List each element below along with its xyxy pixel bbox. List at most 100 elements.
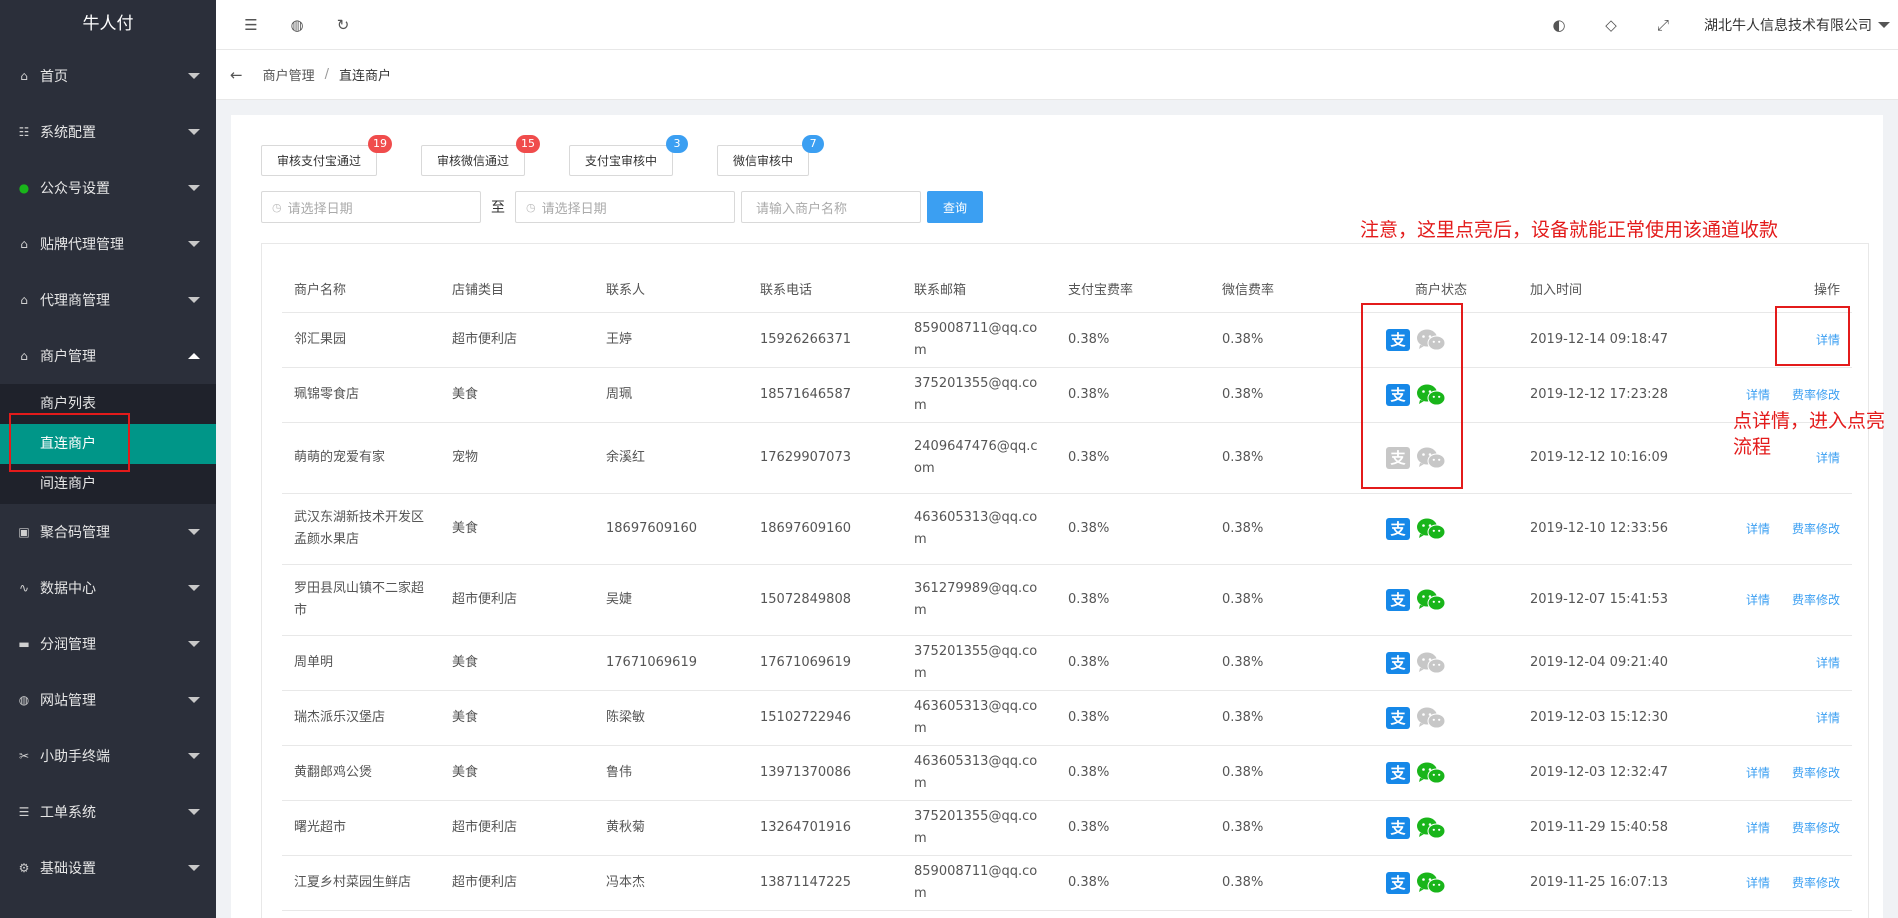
email-cell: 859008711@qq.com	[902, 312, 1056, 368]
monitor-icon: ▬	[18, 637, 30, 651]
sidebar-item-0[interactable]: ⌂ 首页	[0, 48, 216, 104]
sidebar-item-label: 基础设置	[40, 861, 96, 877]
start-date-input[interactable]: ◷ 请选择日期	[261, 191, 481, 223]
alipay-rate-cell: 0.38%	[1056, 493, 1210, 565]
wechat-pay-icon[interactable]	[1416, 651, 1446, 675]
category-cell: 美食	[440, 635, 594, 691]
sidebar-item-2[interactable]: ● 公众号设置	[0, 160, 216, 216]
wechat-pay-icon[interactable]	[1416, 871, 1446, 895]
phone-cell: 17629907073	[748, 422, 902, 494]
rate-edit-link[interactable]: 费率修改	[1792, 388, 1840, 402]
end-date-input[interactable]: ◷ 请选择日期	[515, 191, 735, 223]
back-arrow-icon[interactable]: ←	[230, 66, 243, 84]
alipay-rate-cell: 0.38%	[1056, 800, 1210, 856]
palette-icon[interactable]: ◐	[1548, 14, 1570, 36]
chevron-down-icon	[188, 129, 200, 135]
rate-edit-link[interactable]: 费率修改	[1792, 766, 1840, 780]
category-cell: 美食	[440, 690, 594, 746]
query-button[interactable]: 查询	[927, 191, 983, 223]
sidebar-item-1[interactable]: ∿ 数据中心	[0, 560, 216, 616]
sidebar-item-1[interactable]: ☷ 系统配置	[0, 104, 216, 160]
wechat-pay-icon[interactable]	[1416, 816, 1446, 840]
sidebar-item-0[interactable]: ▣ 聚合码管理	[0, 504, 216, 560]
alipay-icon[interactable]: 支	[1386, 871, 1410, 894]
globe-icon[interactable]: ◍	[286, 14, 308, 36]
alipay-rate-cell: 0.38%	[1056, 422, 1210, 494]
sidebar-item-5[interactable]: ☰ 工单系统	[0, 784, 216, 840]
merchant-name-cell: 邻汇果园	[282, 312, 440, 368]
search-bar: ◷ 请选择日期 至 ◷ 请选择日期 请输入商户名称 查询	[261, 191, 983, 223]
rate-edit-link[interactable]: 费率修改	[1792, 876, 1840, 890]
annotation-note-detail: 点详情，进入点亮流程	[1733, 410, 1886, 458]
join-time-cell: 2019-12-10 12:33:56	[1518, 493, 1672, 565]
detail-link[interactable]: 详情	[1746, 821, 1770, 835]
sidebar-item-6[interactable]: ⚙ 基础设置	[0, 840, 216, 896]
sidebar-item-2[interactable]: ▬ 分润管理	[0, 616, 216, 672]
alipay-rate-cell: 0.38%	[1056, 635, 1210, 691]
chevron-down-icon	[188, 297, 200, 303]
company-dropdown[interactable]: 湖北牛人信息技术有限公司	[1704, 15, 1890, 35]
sidebar-item-4[interactable]: ⌂ 代理商管理	[0, 272, 216, 328]
wechat-rate-cell: 0.38%	[1210, 367, 1364, 423]
sidebar-item-label: 系统配置	[40, 125, 96, 141]
alipay-icon[interactable]: 支	[1386, 761, 1410, 784]
rate-edit-link[interactable]: 费率修改	[1792, 522, 1840, 536]
chevron-down-icon	[188, 585, 200, 591]
fullscreen-icon[interactable]: ⤢	[1652, 14, 1674, 36]
merchant-name-cell: 萌萌的宠爱有家	[282, 422, 440, 494]
rate-edit-link[interactable]: 费率修改	[1792, 821, 1840, 835]
sidebar-item-5[interactable]: ⌂ 商户管理	[0, 328, 216, 384]
wechat-pay-icon[interactable]	[1416, 706, 1446, 730]
detail-link[interactable]: 详情	[1746, 388, 1770, 402]
detail-link[interactable]: 详情	[1816, 656, 1840, 670]
menu-fold-icon[interactable]: ☰	[240, 14, 262, 36]
phone-cell: 18571646587	[748, 367, 902, 423]
wechat-rate-cell: 0.38%	[1210, 564, 1364, 636]
app-logo: 牛人付	[0, 0, 216, 48]
annotation-note-status: 注意，这里点亮后，设备就能正常使用该通道收款	[1360, 219, 1779, 241]
sidebar-item-4[interactable]: ✂ 小助手终端	[0, 728, 216, 784]
column-header: 联系电话	[748, 266, 902, 313]
join-time-cell: 2019-12-04 09:21:40	[1518, 635, 1672, 691]
detail-link[interactable]: 详情	[1816, 711, 1840, 725]
category-cell: 超市便利店	[440, 855, 594, 911]
column-header: 商户名称	[282, 266, 440, 313]
alipay-icon[interactable]: 支	[1386, 588, 1410, 611]
table-row: 周单明 美食 17671069619 17671069619 375201355@qq.…	[282, 635, 1852, 691]
merchant-name-cell: 珮锦零食店	[282, 367, 440, 423]
rate-edit-link[interactable]: 费率修改	[1792, 593, 1840, 607]
sidebar-item-3[interactable]: ◍ 网站管理	[0, 672, 216, 728]
contact-cell: 17671069619	[594, 635, 748, 691]
join-time-cell: 2019-11-25 16:07:13	[1518, 855, 1672, 911]
breadcrumb-separator: /	[324, 67, 329, 82]
wechat-pay-icon[interactable]	[1416, 761, 1446, 785]
alipay-icon[interactable]: 支	[1386, 816, 1410, 839]
alipay-icon[interactable]: 支	[1386, 517, 1410, 540]
date-range-separator: 至	[491, 200, 505, 216]
wechat-rate-cell: 0.38%	[1210, 312, 1364, 368]
detail-link[interactable]: 详情	[1746, 593, 1770, 607]
filter-tab-1[interactable]: 审核微信通过 15	[421, 135, 541, 176]
filter-tab-3[interactable]: 微信审核中 7	[717, 135, 825, 176]
annotation-menu-box	[9, 413, 130, 472]
sidebar-item-label: 代理商管理	[40, 293, 110, 309]
detail-link[interactable]: 详情	[1746, 522, 1770, 536]
filter-tab-0[interactable]: 审核支付宝通过 19	[261, 135, 393, 176]
alipay-icon[interactable]: 支	[1386, 706, 1410, 729]
category-cell: 超市便利店	[440, 800, 594, 856]
filter-tab-2[interactable]: 支付宝审核中 3	[569, 135, 689, 176]
detail-link[interactable]: 详情	[1746, 876, 1770, 890]
email-cell: 859008711@qq.com	[902, 855, 1056, 911]
breadcrumb-parent[interactable]: 商户管理	[263, 65, 315, 84]
sidebar-item-3[interactable]: ⌂ 贴牌代理管理	[0, 216, 216, 272]
detail-link[interactable]: 详情	[1746, 766, 1770, 780]
annotation-status-box	[1361, 303, 1463, 489]
wechat-pay-icon[interactable]	[1416, 588, 1446, 612]
home-icon: ⌂	[20, 69, 28, 83]
refresh-icon[interactable]: ↻	[332, 14, 354, 36]
alipay-icon[interactable]: 支	[1386, 651, 1410, 674]
merchant-name-input[interactable]: 请输入商户名称	[741, 191, 921, 223]
tag-icon[interactable]: ◇	[1600, 14, 1622, 36]
wechat-pay-icon[interactable]	[1416, 517, 1446, 541]
clock-icon: ◷	[526, 200, 536, 214]
